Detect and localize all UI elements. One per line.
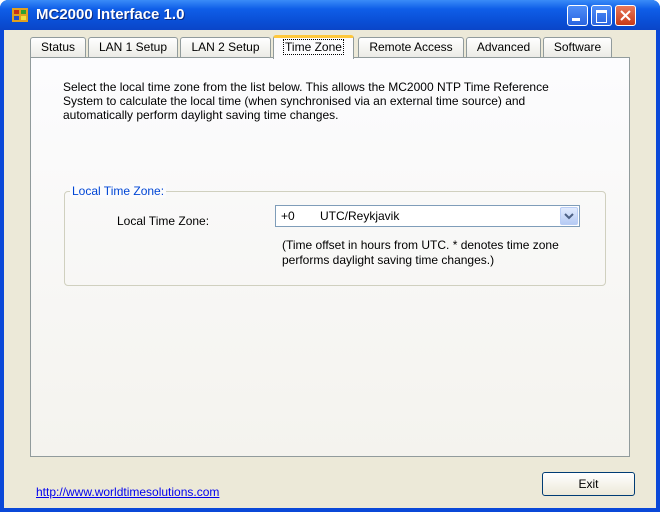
tab-label: Time Zone: [283, 39, 344, 55]
app-icon: [12, 8, 28, 22]
tab-remote-access[interactable]: Remote Access: [358, 37, 464, 57]
maximize-button[interactable]: [591, 5, 612, 26]
offset-note: (Time offset in hours from UTC. * denote…: [282, 238, 559, 267]
tab-advanced[interactable]: Advanced: [466, 37, 541, 57]
app-window: MC2000 Interface 1.0 Status LAN 1 Setup …: [0, 0, 660, 512]
tab-label: LAN 1 Setup: [98, 40, 168, 54]
time-zone-select[interactable]: +0 UTC/Reykjavik: [275, 205, 580, 227]
time-zone-name: UTC/Reykjavik: [320, 209, 400, 223]
close-button[interactable]: [615, 5, 636, 26]
tab-label: Status: [40, 40, 76, 54]
description-text: Select the local time zone from the list…: [63, 80, 549, 122]
local-time-zone-group: Local Time Zone: Local Time Zone: +0 UTC…: [64, 184, 606, 286]
minimize-button[interactable]: [567, 5, 588, 26]
tab-label: Remote Access: [369, 40, 453, 54]
chevron-down-icon: [564, 213, 574, 220]
website-link[interactable]: http://www.worldtimesolutions.com: [36, 485, 219, 499]
exit-label: Exit: [578, 477, 599, 491]
tab-status[interactable]: Status: [30, 37, 86, 57]
tab-time-zone[interactable]: Time Zone: [273, 35, 354, 59]
minimize-icon: [572, 18, 580, 21]
title-bar[interactable]: MC2000 Interface 1.0: [0, 0, 660, 30]
group-title: Local Time Zone:: [70, 184, 167, 198]
close-icon: [620, 10, 631, 21]
tab-label: Software: [553, 40, 602, 54]
tab-label: Advanced: [476, 40, 531, 54]
window-title: MC2000 Interface 1.0: [36, 6, 185, 23]
time-zone-panel: Select the local time zone from the list…: [30, 57, 630, 457]
exit-button[interactable]: Exit: [542, 472, 635, 496]
tab-lan1-setup[interactable]: LAN 1 Setup: [88, 37, 178, 57]
time-zone-offset: +0: [281, 209, 295, 223]
tab-software[interactable]: Software: [543, 37, 612, 57]
time-zone-label: Local Time Zone:: [117, 214, 210, 228]
dropdown-arrow-button[interactable]: [560, 207, 578, 225]
tab-label: LAN 2 Setup: [191, 40, 260, 54]
maximize-icon: [596, 10, 607, 23]
tab-lan2-setup[interactable]: LAN 2 Setup: [180, 37, 271, 57]
